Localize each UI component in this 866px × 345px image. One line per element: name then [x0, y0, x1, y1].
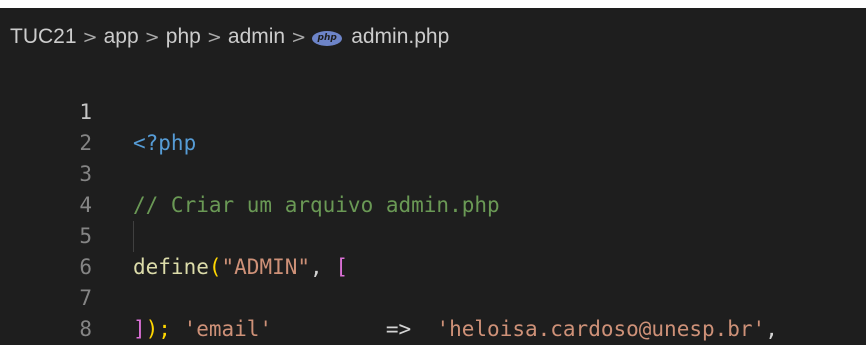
indent-guide: [133, 221, 134, 252]
code-line[interactable]: 1 <?php: [0, 66, 866, 155]
breadcrumb: TUC21 > app > php > admin > php admin.ph…: [0, 8, 866, 66]
line-content: ]);: [133, 314, 171, 345]
code-line[interactable]: 2: [0, 97, 866, 155]
email-value-string: 'heloisa.cardoso@unesp.br': [436, 317, 766, 341]
line-content: 'email' => 'heloisa.cardoso@unesp.br',: [133, 314, 778, 345]
breadcrumb-item-file[interactable]: admin.php: [351, 25, 449, 49]
chevron-right-icon: >: [144, 26, 160, 48]
php-file-icon: php: [312, 30, 343, 46]
code-line[interactable]: 3 // Criar um arquivo admin.php: [0, 128, 866, 217]
code-area[interactable]: 1 <?php 2 3 // Criar um arquivo admin.ph…: [0, 66, 866, 341]
line-number: 8: [79, 317, 92, 341]
chevron-right-icon: >: [291, 26, 307, 48]
window-top-strip: [0, 0, 866, 8]
arrow-operator: =>: [385, 317, 412, 341]
code-line[interactable]: 8: [0, 283, 866, 341]
code-editor[interactable]: TUC21 > app > php > admin > php admin.ph…: [0, 0, 866, 345]
code-line[interactable]: 4: [0, 159, 866, 217]
comma: ,: [765, 317, 778, 341]
code-line[interactable]: 5 define("ADMIN", [: [0, 190, 866, 279]
breadcrumb-item-admin[interactable]: admin: [228, 25, 285, 49]
chevron-right-icon: >: [82, 26, 98, 48]
code-line[interactable]: 7 ]);: [0, 252, 866, 341]
paren-close-semicolon: );: [145, 317, 171, 341]
breadcrumb-item-tuc21[interactable]: TUC21: [10, 25, 77, 49]
email-key-string: 'email': [183, 317, 273, 341]
chevron-right-icon: >: [206, 26, 222, 48]
breadcrumb-item-php[interactable]: php: [166, 25, 201, 49]
breadcrumb-item-app[interactable]: app: [104, 25, 139, 49]
bracket-close: ]: [133, 317, 146, 341]
code-line[interactable]: 6 'email' => 'heloisa.cardoso@unesp.br',: [0, 221, 866, 341]
